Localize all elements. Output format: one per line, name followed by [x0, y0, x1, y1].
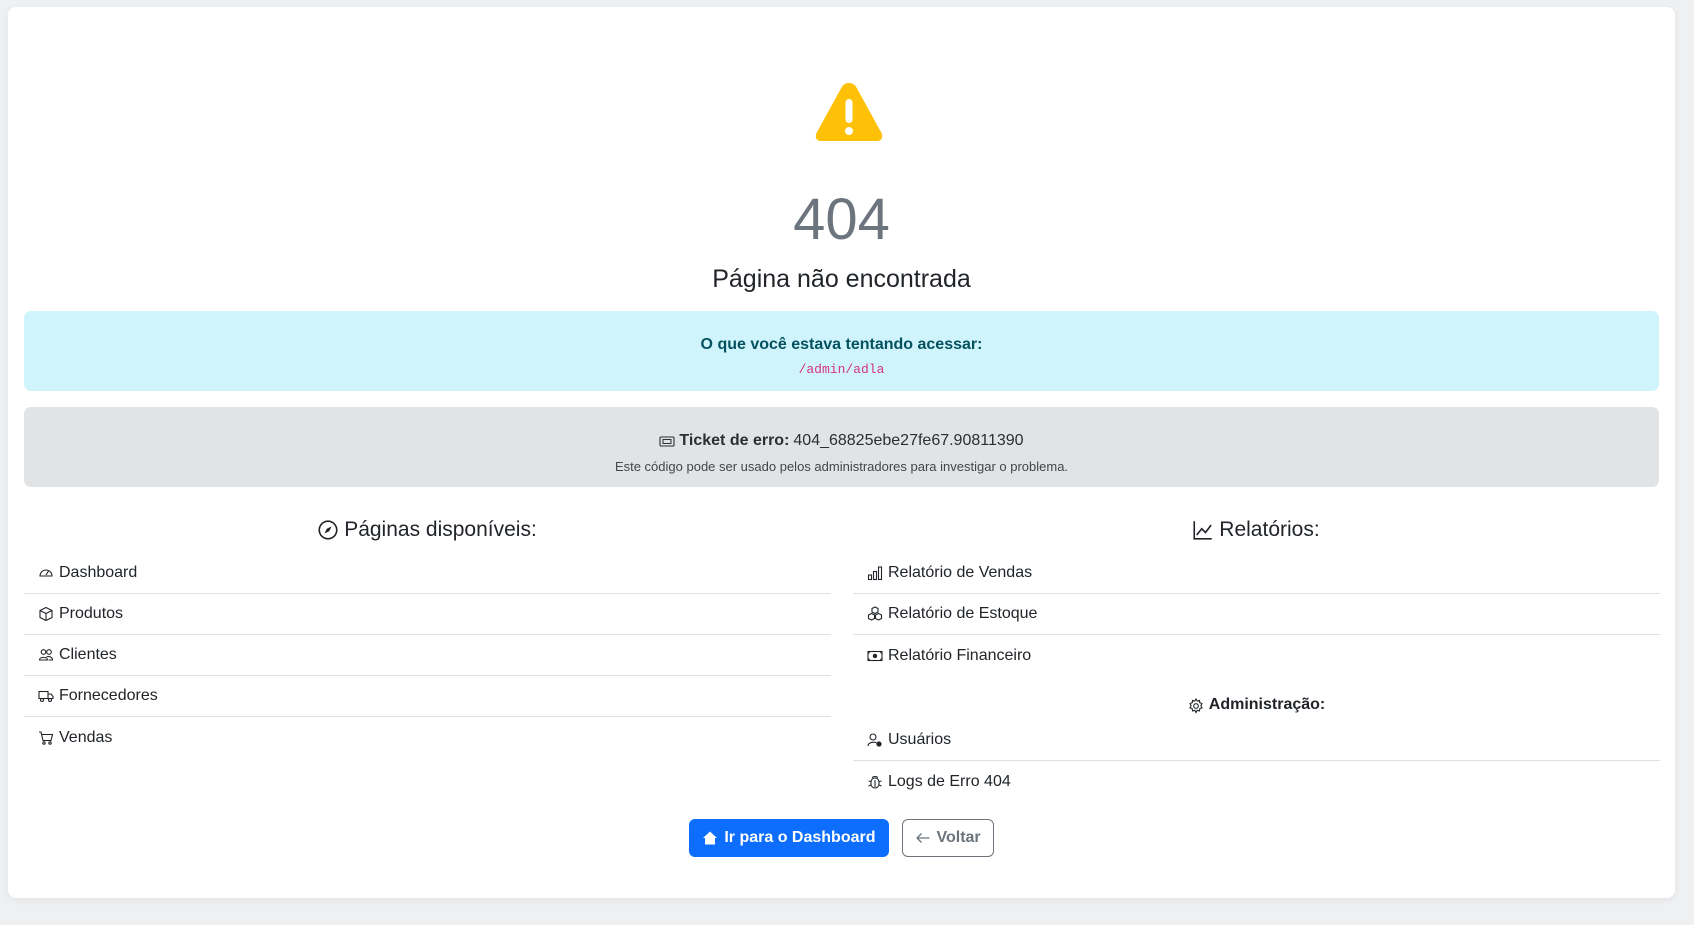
- bar-chart-icon: [867, 566, 883, 581]
- available-pages-heading-text: Páginas disponíveis:: [344, 518, 537, 541]
- error-code: 404: [793, 187, 890, 252]
- report-link-financeiro[interactable]: Relatório Financeiro: [853, 635, 1660, 676]
- available-pages-section: Páginas disponíveis: Dashboard Produtos: [24, 515, 831, 758]
- reports-heading: Relatórios:: [853, 515, 1660, 545]
- ticket-icon: [659, 435, 675, 447]
- attempted-path: /admin/adla: [798, 362, 885, 377]
- page-link-label: Fornecedores: [59, 687, 158, 704]
- reports-heading-text: Relatórios:: [1219, 518, 1320, 541]
- report-link-vendas[interactable]: Relatório de Vendas: [853, 553, 1660, 594]
- error-title: Página não encontrada: [712, 265, 971, 293]
- admin-link-label: Logs de Erro 404: [888, 772, 1011, 790]
- reports-list: Relatório de Vendas Relatório de Estoque…: [853, 553, 1660, 676]
- admin-link-label: Usuários: [888, 731, 952, 748]
- cash-icon: [867, 650, 883, 661]
- people-icon: [38, 649, 54, 661]
- graph-up-icon: [1193, 521, 1213, 540]
- boxes-icon: [867, 606, 883, 621]
- cart-icon: [39, 730, 54, 745]
- admin-link-usuarios[interactable]: Usuários: [853, 720, 1660, 761]
- bug-icon: [868, 775, 882, 789]
- go-dashboard-label: Ir para o Dashboard: [724, 829, 876, 846]
- admin-heading: Administração:: [853, 676, 1660, 720]
- ticket-note: Este código pode ser usado pelos adminis…: [614, 459, 1069, 474]
- ticket-value: 404_68825ebe27fe67.90811390: [793, 432, 1024, 449]
- reports-section: Relatórios: Relatório de Vendas Relatóri…: [853, 515, 1660, 802]
- compass-icon: [318, 520, 338, 540]
- ticket-label: Ticket de erro:: [679, 432, 790, 449]
- go-dashboard-button[interactable]: Ir para o Dashboard: [689, 819, 889, 857]
- back-button[interactable]: Voltar: [901, 819, 994, 857]
- speedometer-icon: [39, 569, 53, 577]
- page-link-clientes[interactable]: Clientes: [24, 635, 831, 676]
- report-link-label: Relatório de Estoque: [888, 605, 1038, 622]
- page-link-produtos[interactable]: Produtos: [24, 594, 831, 635]
- admin-link-logs-404[interactable]: Logs de Erro 404: [853, 761, 1660, 802]
- gear-icon: [1188, 698, 1203, 714]
- report-link-estoque[interactable]: Relatório de Estoque: [853, 594, 1660, 635]
- house-icon: [703, 831, 718, 845]
- warning-triangle-icon: [815, 83, 883, 141]
- page-link-label: Dashboard: [59, 564, 138, 581]
- error-card: 404 Página não encontrada O que você est…: [8, 7, 1675, 898]
- person-gear-icon: [867, 733, 882, 747]
- page-link-label: Produtos: [59, 605, 124, 622]
- page-link-label: Clientes: [59, 646, 117, 663]
- page-link-dashboard[interactable]: Dashboard: [24, 553, 831, 594]
- page-link-label: Vendas: [59, 728, 113, 746]
- attempted-path-alert: O que você estava tentando acessar: /adm…: [24, 311, 1659, 391]
- admin-list: Usuários Logs de Erro 404: [853, 720, 1660, 802]
- arrow-left-icon: [915, 833, 929, 843]
- error-ticket-alert: Ticket de erro: 404_68825ebe27fe67.90811…: [24, 407, 1659, 487]
- page-link-vendas[interactable]: Vendas: [24, 717, 831, 758]
- report-link-label: Relatório Financeiro: [888, 646, 1032, 664]
- page-link-fornecedores[interactable]: Fornecedores: [24, 676, 831, 717]
- report-link-label: Relatório de Vendas: [888, 564, 1033, 581]
- attempted-path-label: O que você estava tentando acessar:: [700, 336, 983, 353]
- action-buttons: Ir para o Dashboard Voltar: [8, 819, 1675, 857]
- truck-icon: [38, 690, 54, 703]
- admin-heading-text: Administração:: [1208, 696, 1326, 713]
- box-icon: [39, 606, 53, 622]
- available-pages-heading: Páginas disponíveis:: [24, 515, 831, 545]
- back-label: Voltar: [936, 829, 981, 846]
- available-pages-list: Dashboard Produtos Clientes Fornecedores…: [24, 553, 831, 758]
